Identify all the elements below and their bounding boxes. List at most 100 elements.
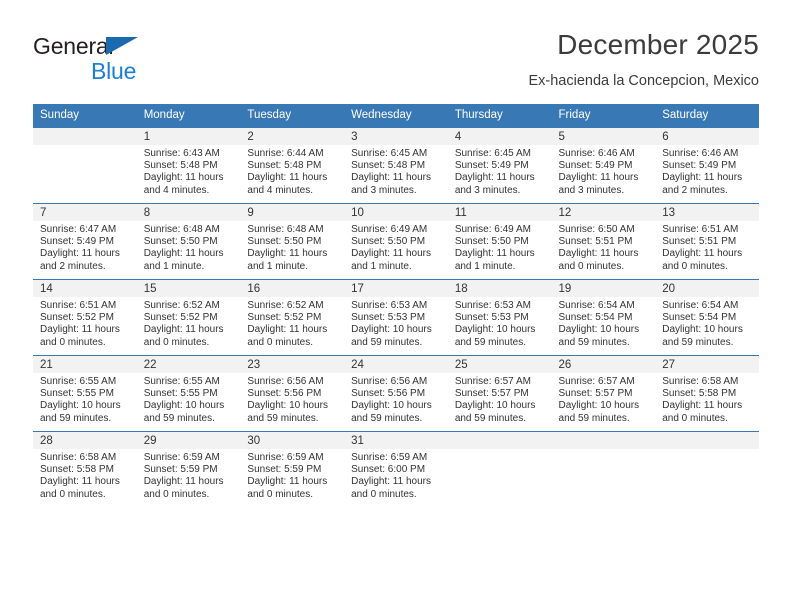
sunset-text: Sunset: 5:50 PM	[454, 236, 529, 248]
sunrise-text: Sunrise: 6:45 AM	[351, 148, 428, 159]
title-block: December 2025 Ex-hacienda la Concepcion,…	[528, 28, 759, 89]
sunset-text: Sunset: 5:50 PM	[143, 236, 218, 248]
day-sun-info: Sunrise: 6:43 AM Sunset: 5:48 PM Daylight:…	[137, 145, 241, 197]
sunset-text: Sunset: 5:58 PM	[662, 388, 737, 400]
calendar-day-cell[interactable]: 26 Sunrise: 6:57 AM Sunset: 5:57 PM Dayligh…	[551, 355, 656, 432]
calendar-day-cell[interactable]: 18 Sunrise: 6:53 AM Sunset: 5:53 PM Dayligh…	[447, 279, 552, 356]
sunrise-text: Sunrise: 6:59 AM	[143, 452, 220, 463]
day-cell-inner: 16 Sunrise: 6:52 AM Sunset: 5:52 PM Dayligh…	[240, 280, 345, 355]
sunrise-text: Sunrise: 6:48 AM	[143, 224, 220, 235]
day-number: 21	[33, 356, 137, 373]
day-number: 22	[136, 356, 241, 373]
day-sun-info: Sunrise: 6:54 AM Sunset: 5:54 PM Daylight:…	[552, 297, 656, 349]
day-number: 18	[447, 280, 552, 297]
daylight-text: Daylight: 11 hours and 0 minutes.	[40, 324, 120, 348]
calendar-day-cell[interactable]: 8 Sunrise: 6:48 AM Sunset: 5:50 PM Daylight…	[136, 203, 241, 280]
day-cell-inner: 27 Sunrise: 6:58 AM Sunset: 5:58 PM Dayligh…	[655, 356, 759, 431]
day-number: 4	[447, 128, 552, 145]
day-cell-inner: 28 Sunrise: 6:58 AM Sunset: 5:58 PM Dayligh…	[33, 432, 137, 507]
daylight-text: Daylight: 11 hours and 0 minutes.	[143, 324, 224, 348]
day-sun-info: Sunrise: 6:52 AM Sunset: 5:52 PM Daylight:…	[137, 297, 241, 349]
day-number: 2	[240, 128, 345, 145]
sunset-text: Sunset: 5:49 PM	[662, 160, 737, 172]
general-blue-logo[interactable]: General Blue	[33, 34, 263, 90]
calendar-week-row: 28 Sunrise: 6:58 AM Sunset: 5:58 PM Dayligh…	[33, 431, 759, 507]
day-sun-info: Sunrise: 6:57 AM Sunset: 5:57 PM Daylight:…	[448, 373, 552, 425]
day-number: 19	[551, 280, 656, 297]
sunset-text: Sunset: 5:59 PM	[143, 464, 218, 476]
day-number	[551, 432, 656, 449]
sunset-text: Sunset: 5:55 PM	[143, 388, 218, 400]
calendar-day-cell[interactable]: 25 Sunrise: 6:57 AM Sunset: 5:57 PM Dayligh…	[447, 355, 552, 432]
calendar-day-cell[interactable]: 2 Sunrise: 6:44 AM Sunset: 5:48 PM Daylight…	[240, 127, 345, 204]
calendar-day-cell[interactable]: 27 Sunrise: 6:58 AM Sunset: 5:58 PM Dayligh…	[655, 355, 759, 432]
calendar-day-cell[interactable]: 20 Sunrise: 6:54 AM Sunset: 5:54 PM Dayligh…	[655, 279, 759, 356]
sunset-text: Sunset: 5:48 PM	[143, 160, 218, 172]
day-sun-info: Sunrise: 6:53 AM Sunset: 5:53 PM Daylight:…	[448, 297, 552, 349]
calendar-day-cell[interactable]: 30 Sunrise: 6:59 AM Sunset: 5:59 PM Dayligh…	[240, 431, 345, 507]
sunset-text: Sunset: 5:51 PM	[558, 236, 633, 248]
daylight-text: Daylight: 10 hours and 59 minutes.	[454, 400, 536, 424]
daylight-text: Daylight: 11 hours and 1 minute.	[247, 248, 328, 272]
calendar-day-cell[interactable]: 5 Sunrise: 6:46 AM Sunset: 5:49 PM Daylight…	[551, 127, 656, 204]
calendar-day-cell[interactable]: 10 Sunrise: 6:49 AM Sunset: 5:50 PM Dayligh…	[344, 203, 448, 280]
day-sun-info: Sunrise: 6:48 AM Sunset: 5:50 PM Daylight:…	[240, 221, 344, 273]
calendar-day-cell[interactable]: 3 Sunrise: 6:45 AM Sunset: 5:48 PM Daylight…	[344, 127, 448, 204]
calendar-day-cell[interactable]: 15 Sunrise: 6:52 AM Sunset: 5:52 PM Dayligh…	[136, 279, 241, 356]
day-sun-info: Sunrise: 6:56 AM Sunset: 5:56 PM Daylight:…	[240, 373, 344, 425]
calendar-day-cell[interactable]: 28 Sunrise: 6:58 AM Sunset: 5:58 PM Dayligh…	[33, 431, 137, 507]
day-number: 29	[136, 432, 241, 449]
day-number: 7	[33, 204, 137, 221]
sunrise-text: Sunrise: 6:57 AM	[558, 376, 635, 387]
calendar-day-cell[interactable]: 21 Sunrise: 6:55 AM Sunset: 5:55 PM Dayligh…	[33, 355, 137, 432]
day-cell-inner: 20 Sunrise: 6:54 AM Sunset: 5:54 PM Dayligh…	[655, 280, 759, 355]
daylight-text: Daylight: 10 hours and 59 minutes.	[247, 400, 329, 424]
daylight-text: Daylight: 11 hours and 0 minutes.	[143, 476, 224, 500]
day-sun-info: Sunrise: 6:59 AM Sunset: 6:00 PM Daylight:…	[344, 449, 448, 501]
daylight-text: Daylight: 11 hours and 3 minutes.	[351, 172, 431, 196]
daylight-text: Daylight: 11 hours and 0 minutes.	[247, 324, 328, 348]
day-number	[33, 128, 137, 145]
daylight-text: Daylight: 10 hours and 59 minutes.	[662, 324, 743, 348]
calendar-day-cell[interactable]: 7 Sunrise: 6:47 AM Sunset: 5:49 PM Daylight…	[33, 203, 137, 280]
weekday-header-saturday: Saturday	[655, 104, 759, 128]
calendar-day-cell[interactable]: 31 Sunrise: 6:59 AM Sunset: 6:00 PM Dayligh…	[344, 431, 448, 507]
calendar-day-cell[interactable]: 9 Sunrise: 6:48 AM Sunset: 5:50 PM Daylight…	[240, 203, 345, 280]
day-cell-inner: 30 Sunrise: 6:59 AM Sunset: 5:59 PM Dayligh…	[240, 432, 345, 507]
day-sun-info: Sunrise: 6:49 AM Sunset: 5:50 PM Daylight:…	[448, 221, 552, 273]
calendar-day-cell[interactable]: 16 Sunrise: 6:52 AM Sunset: 5:52 PM Dayligh…	[240, 279, 345, 356]
sunrise-text: Sunrise: 6:52 AM	[247, 300, 324, 311]
day-sun-info: Sunrise: 6:50 AM Sunset: 5:51 PM Daylight:…	[552, 221, 656, 273]
daylight-text: Daylight: 11 hours and 0 minutes.	[40, 476, 120, 500]
calendar-day-cell[interactable]: 14 Sunrise: 6:51 AM Sunset: 5:52 PM Dayligh…	[33, 279, 137, 356]
daylight-text: Daylight: 11 hours and 3 minutes.	[558, 172, 639, 196]
daylight-text: Daylight: 11 hours and 0 minutes.	[662, 248, 743, 272]
calendar-day-cell[interactable]: 24 Sunrise: 6:56 AM Sunset: 5:56 PM Dayligh…	[344, 355, 448, 432]
calendar-day-cell[interactable]: 29 Sunrise: 6:59 AM Sunset: 5:59 PM Dayligh…	[136, 431, 241, 507]
sunrise-text: Sunrise: 6:53 AM	[351, 300, 428, 311]
day-sun-info: Sunrise: 6:59 AM Sunset: 5:59 PM Daylight:…	[240, 449, 344, 501]
calendar-day-cell[interactable]: 6 Sunrise: 6:46 AM Sunset: 5:49 PM Daylight…	[655, 127, 759, 204]
calendar-day-cell[interactable]: 22 Sunrise: 6:55 AM Sunset: 5:55 PM Dayligh…	[136, 355, 241, 432]
calendar-grid: Sunday Monday Tuesday Wednesday Thursday…	[33, 104, 759, 507]
daylight-text: Daylight: 11 hours and 4 minutes.	[247, 172, 328, 196]
calendar-day-cell[interactable]: 1 Sunrise: 6:43 AM Sunset: 5:48 PM Daylight…	[136, 127, 241, 204]
blue-triangle-icon	[106, 37, 138, 55]
daylight-text: Daylight: 11 hours and 0 minutes.	[247, 476, 328, 500]
day-number: 20	[655, 280, 759, 297]
day-cell-inner	[551, 432, 656, 507]
calendar-day-cell[interactable]: 23 Sunrise: 6:56 AM Sunset: 5:56 PM Dayligh…	[240, 355, 345, 432]
calendar-day-cell[interactable]: 12 Sunrise: 6:50 AM Sunset: 5:51 PM Dayligh…	[551, 203, 656, 280]
calendar-day-cell[interactable]: 19 Sunrise: 6:54 AM Sunset: 5:54 PM Dayligh…	[551, 279, 656, 356]
calendar-day-cell[interactable]: 13 Sunrise: 6:51 AM Sunset: 5:51 PM Dayligh…	[655, 203, 759, 280]
day-cell-inner: 10 Sunrise: 6:49 AM Sunset: 5:50 PM Dayligh…	[344, 204, 448, 279]
sunrise-text: Sunrise: 6:46 AM	[558, 148, 635, 159]
calendar-day-cell[interactable]: 17 Sunrise: 6:53 AM Sunset: 5:53 PM Dayligh…	[344, 279, 448, 356]
day-sun-info: Sunrise: 6:54 AM Sunset: 5:54 PM Daylight:…	[655, 297, 759, 349]
day-sun-info: Sunrise: 6:49 AM Sunset: 5:50 PM Daylight:…	[344, 221, 448, 273]
calendar-day-cell[interactable]: 11 Sunrise: 6:49 AM Sunset: 5:50 PM Dayligh…	[447, 203, 552, 280]
logo-text-general: General	[33, 34, 263, 58]
day-cell-inner: 9 Sunrise: 6:48 AM Sunset: 5:50 PM Daylight…	[240, 204, 345, 279]
day-cell-inner: 14 Sunrise: 6:51 AM Sunset: 5:52 PM Dayligh…	[33, 280, 137, 355]
calendar-day-cell[interactable]: 4 Sunrise: 6:45 AM Sunset: 5:49 PM Daylight…	[447, 127, 552, 204]
